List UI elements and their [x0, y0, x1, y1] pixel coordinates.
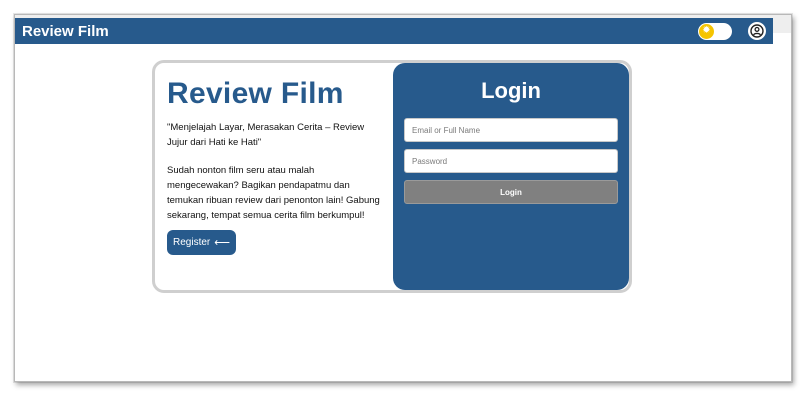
theme-toggle[interactable]: ✹	[698, 22, 732, 40]
password-input[interactable]	[404, 149, 618, 173]
user-icon	[750, 24, 764, 38]
login-button[interactable]: Login	[404, 180, 618, 204]
email-input[interactable]	[404, 118, 618, 142]
intro-panel: Review Film "Menjelajah Layar, Merasakan…	[155, 63, 395, 290]
hero-tagline: "Menjelajah Layar, Merasakan Cerita – Re…	[167, 122, 365, 148]
login-title: Login	[481, 78, 541, 103]
navbar: Review Film ✹	[15, 18, 773, 44]
login-panel: Login Login	[393, 63, 629, 290]
hero-description: Sudah nonton film seru atau malah mengec…	[167, 165, 380, 221]
arrow-left-icon: ⟵	[214, 237, 231, 249]
sun-icon: ✹	[699, 23, 714, 39]
register-label: Register	[173, 237, 211, 248]
register-button[interactable]: Register ⟵	[167, 230, 237, 255]
navbar-actions: ✹	[698, 22, 766, 40]
hero-title: Review Film	[167, 77, 344, 110]
auth-card: Review Film "Menjelajah Layar, Merasakan…	[152, 60, 632, 293]
user-account-button[interactable]	[748, 22, 766, 40]
navbar-brand[interactable]: Review Film	[22, 23, 109, 40]
